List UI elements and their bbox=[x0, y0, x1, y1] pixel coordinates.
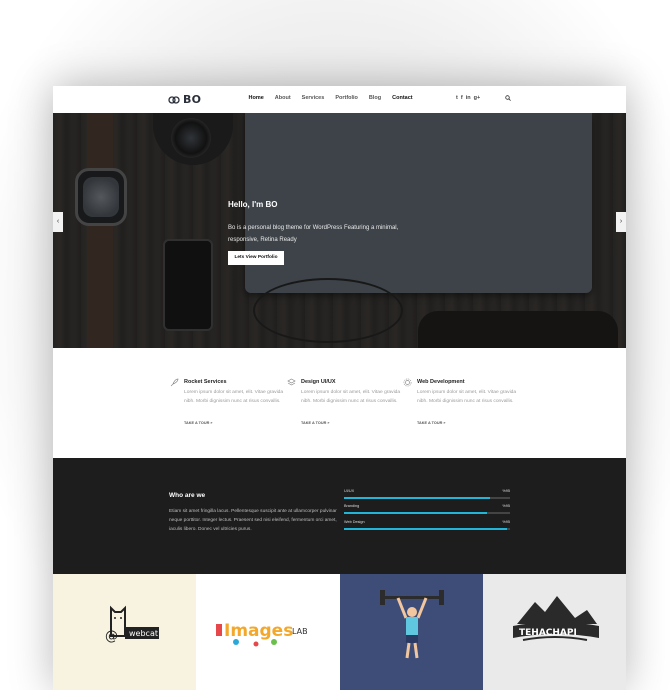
skill-bar: Web Design %95 bbox=[344, 520, 510, 534]
service-text: Lorem ipsum dolor sit amet, elit. Vitae … bbox=[301, 390, 401, 404]
nav-portfolio[interactable]: Portfolio bbox=[330, 95, 364, 101]
portfolio-item-webcat[interactable]: @ webcat bbox=[53, 574, 197, 690]
facebook-icon[interactable]: f bbox=[461, 95, 463, 101]
hero-slider: Hello, I'm BO Bo is a personal blog them… bbox=[53, 113, 626, 348]
skill-fill bbox=[344, 497, 491, 499]
who-are-we-section: Who are we Etiam sit amet fringilla lacu… bbox=[53, 458, 626, 574]
slider-prev-button[interactable]: ‹ bbox=[53, 212, 63, 232]
nav-home[interactable]: Home bbox=[243, 95, 269, 101]
portfolio-item-weightlifter[interactable] bbox=[339, 574, 483, 690]
skill-percent: %95 bbox=[502, 504, 510, 508]
lab-label: LAB bbox=[292, 627, 308, 636]
cat-icon: @ webcat bbox=[105, 605, 159, 644]
logo-icon bbox=[168, 95, 180, 104]
skill-bar: Branding %95 bbox=[344, 504, 510, 518]
webcat-at-symbol: @ bbox=[105, 629, 118, 644]
service-text: Lorem ipsum dolor sit amet, elit. Vitae … bbox=[184, 390, 284, 404]
skill-fill bbox=[344, 512, 487, 514]
site-header: BO Home About Services Portfolio Blog Co… bbox=[53, 86, 626, 113]
skill-name: Branding bbox=[344, 504, 360, 508]
search-icon[interactable] bbox=[505, 95, 511, 101]
linkedin-icon[interactable]: in bbox=[466, 95, 471, 101]
nav-about[interactable]: About bbox=[269, 95, 296, 101]
view-portfolio-button[interactable]: Lets View Portfolio bbox=[228, 251, 284, 265]
skill-percent: %95 bbox=[502, 489, 510, 493]
images-label: Images bbox=[224, 621, 293, 641]
logo[interactable]: BO bbox=[168, 93, 201, 106]
skill-percent: %95 bbox=[502, 520, 510, 524]
nav-contact[interactable]: Contact bbox=[387, 95, 418, 101]
gear-icon bbox=[403, 378, 412, 387]
logo-text: BO bbox=[183, 93, 202, 106]
hero-description: Bo is a personal blog theme for WordPres… bbox=[228, 225, 399, 243]
services-section: Rocket Services Lorem ipsum dolor sit am… bbox=[53, 348, 626, 458]
take-a-tour-link[interactable]: TAKE A TOUR » bbox=[301, 421, 329, 425]
website-mockup: BO Home About Services Portfolio Blog Co… bbox=[53, 86, 626, 690]
skill-track bbox=[344, 528, 510, 530]
skill-name: Web Design bbox=[344, 520, 365, 524]
skill-track bbox=[344, 512, 510, 514]
service-text: Lorem ipsum dolor sit amet, elit. Vitae … bbox=[417, 390, 517, 404]
hero-title: Hello, I'm BO bbox=[228, 200, 278, 209]
skill-bar: UI/UX %95 bbox=[344, 489, 510, 503]
mountain-icon: TEHACHAPI bbox=[512, 596, 599, 641]
skill-name: UI/UX bbox=[344, 489, 355, 493]
layers-icon bbox=[287, 378, 296, 386]
section-title: Who are we bbox=[169, 492, 206, 499]
take-a-tour-link[interactable]: TAKE A TOUR » bbox=[184, 421, 212, 425]
service-title: Design UI/UX bbox=[301, 379, 336, 385]
weightlifter-icon bbox=[379, 590, 444, 659]
slider-next-button[interactable]: › bbox=[616, 212, 626, 232]
paint-icon: Images LAB bbox=[216, 621, 308, 647]
webcat-label: webcat bbox=[129, 629, 158, 638]
section-text: Etiam sit amet fringilla lacus. Pellente… bbox=[169, 509, 337, 532]
main-nav: Home About Services Portfolio Blog Conta… bbox=[243, 95, 418, 101]
rocket-icon bbox=[170, 378, 179, 387]
service-title: Web Development bbox=[417, 379, 465, 385]
nav-services[interactable]: Services bbox=[296, 95, 330, 101]
portfolio-item-images-lab[interactable]: Images LAB bbox=[196, 574, 340, 690]
social-links: t f in g+ bbox=[456, 95, 480, 101]
google-plus-icon[interactable]: g+ bbox=[474, 95, 481, 101]
skill-track bbox=[344, 497, 510, 499]
take-a-tour-link[interactable]: TAKE A TOUR » bbox=[417, 421, 445, 425]
service-title: Rocket Services bbox=[184, 379, 227, 385]
nav-blog[interactable]: Blog bbox=[363, 95, 386, 101]
twitter-icon[interactable]: t bbox=[456, 95, 458, 101]
portfolio-grid: @ webcat Images LAB TEHACHAPI bbox=[53, 574, 626, 690]
background: BO Home About Services Portfolio Blog Co… bbox=[0, 0, 670, 690]
portfolio-item-tehachapi[interactable]: TEHACHAPI bbox=[482, 574, 626, 690]
skill-fill bbox=[344, 528, 507, 530]
